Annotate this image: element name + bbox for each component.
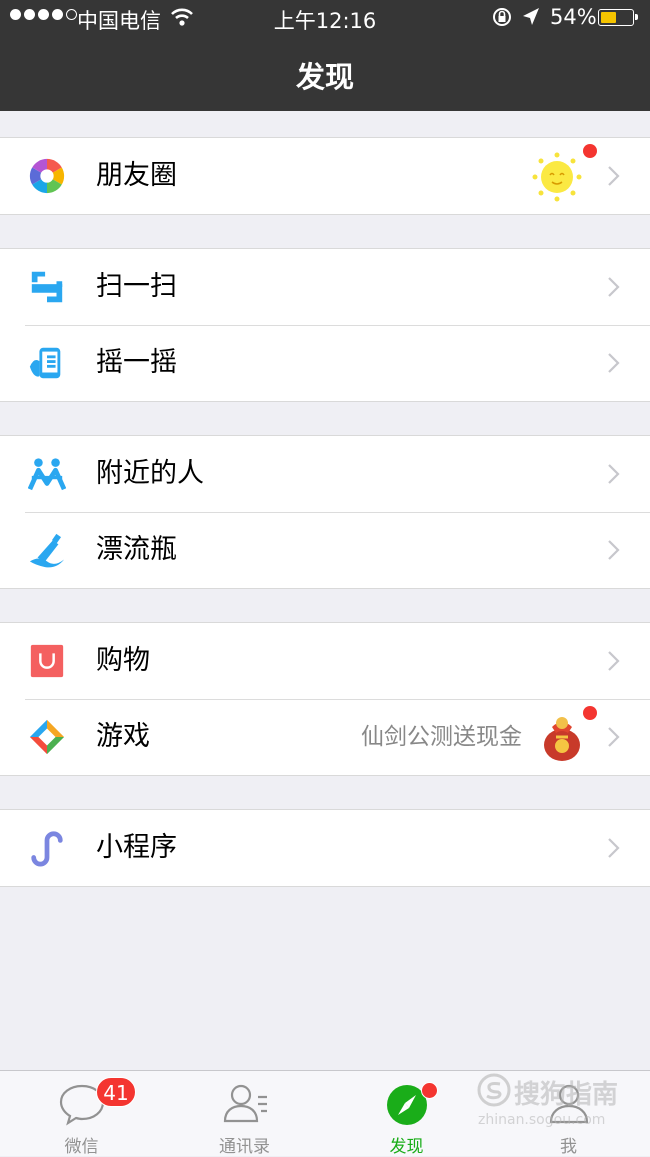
- games-promo-text: 仙剑公测送现金: [361, 724, 522, 750]
- menu-label-games: 游戏: [96, 721, 150, 752]
- menu-item-shopping[interactable]: 购物: [0, 623, 650, 699]
- shake-phone-icon: [29, 347, 61, 379]
- chevron-right-icon: [608, 651, 620, 671]
- scan-icon: [31, 271, 63, 303]
- chevron-right-icon: [608, 838, 620, 858]
- chevron-right-icon: [608, 540, 620, 560]
- tab-contacts[interactable]: 通讯录: [163, 1071, 326, 1157]
- menu-label-shopping: 购物: [96, 645, 150, 676]
- shopping-bag-icon: [30, 644, 64, 678]
- menu-label-nearby: 附近的人: [96, 458, 204, 489]
- tab-label-chats: 微信: [64, 1137, 99, 1157]
- battery-icon: [598, 9, 638, 26]
- tab-label-contacts: 通讯录: [219, 1137, 270, 1157]
- drift-bottle-icon: [29, 533, 65, 568]
- chevron-right-icon: [608, 277, 620, 297]
- top-bar: 中国电信 上午12:16 54% 发现: [0, 0, 650, 111]
- menu-item-scan[interactable]: 扫一扫: [0, 249, 650, 325]
- menu-label-moments: 朋友圈: [96, 160, 177, 191]
- sogou-logo-icon: [477, 1073, 511, 1107]
- status-bar: 中国电信 上午12:16 54%: [0, 0, 650, 36]
- chevron-right-icon: [608, 166, 620, 186]
- moments-aperture-icon: [29, 158, 65, 194]
- unread-badge: 41: [96, 1077, 136, 1107]
- menu-label-shake: 摇一摇: [96, 347, 177, 378]
- menu-group-scan: 扫一扫 摇一摇: [0, 248, 650, 402]
- menu-label-miniprogram: 小程序: [96, 832, 177, 863]
- games-notification-dot: [583, 706, 597, 720]
- menu-group-nearby: 附近的人 漂流瓶: [0, 435, 650, 589]
- menu-item-drift-bottle[interactable]: 漂流瓶: [0, 512, 650, 588]
- menu-label-scan: 扫一扫: [96, 271, 177, 302]
- menu-item-games[interactable]: 游戏 仙剑公测送现金: [0, 699, 650, 775]
- menu-group-social: 朋友圈: [0, 137, 650, 215]
- people-nearby-icon: [28, 458, 66, 491]
- menu-label-drift-bottle: 漂流瓶: [96, 534, 177, 565]
- rotation-lock-icon: [493, 8, 511, 26]
- sogou-watermark: 搜狗指南 zhinan.sogou.com: [470, 1068, 640, 1138]
- battery-percent: 54%: [550, 5, 597, 29]
- chevron-right-icon: [608, 464, 620, 484]
- chevron-right-icon: [608, 727, 620, 747]
- watermark-brand: 搜狗指南: [514, 1080, 619, 1110]
- discover-notification-dot: [421, 1082, 438, 1099]
- menu-item-shake[interactable]: 摇一摇: [0, 325, 650, 401]
- games-icon: [29, 719, 65, 755]
- page-title: 发现: [295, 60, 354, 94]
- tab-label-discover: 发现: [389, 1137, 424, 1157]
- moments-notification-dot: [583, 144, 597, 158]
- tab-discover[interactable]: 发现: [325, 1071, 488, 1157]
- tab-chats[interactable]: 41 微信: [0, 1071, 163, 1157]
- chevron-right-icon: [608, 353, 620, 373]
- watermark-url: zhinan.sogou.com: [478, 1112, 606, 1128]
- contacts-icon: [223, 1084, 267, 1123]
- menu-item-miniprogram[interactable]: 小程序: [0, 810, 650, 886]
- mini-program-icon: [31, 831, 63, 867]
- sun-avatar-icon: [532, 152, 582, 202]
- menu-group-miniprogram: 小程序: [0, 809, 650, 887]
- money-bag-avatar-icon: [544, 717, 580, 761]
- menu-group-shopping: 购物 游戏 仙剑公测送现金: [0, 622, 650, 776]
- menu-item-nearby[interactable]: 附近的人: [0, 436, 650, 512]
- location-arrow-icon: [523, 8, 539, 25]
- menu-item-moments[interactable]: 朋友圈: [0, 138, 650, 214]
